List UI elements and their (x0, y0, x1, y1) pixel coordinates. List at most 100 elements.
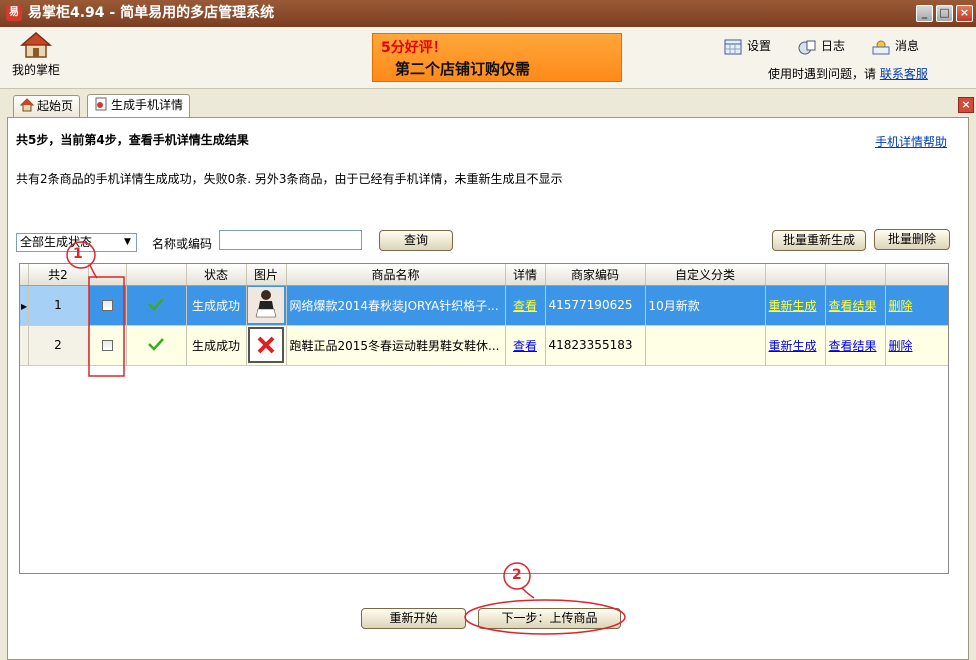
close-icon[interactable]: × (956, 5, 973, 22)
row-detail-cell[interactable]: 查看 (505, 285, 546, 326)
header-status: 状态 (186, 264, 247, 286)
row-regenerate-cell[interactable]: 重新生成 (765, 285, 826, 326)
header-indicator (20, 264, 29, 286)
row-product-name: 网络爆款2014春秋装JORYA针织格子... (286, 285, 506, 326)
settings-icon (724, 39, 742, 54)
messages-icon (872, 40, 890, 54)
header-checkbox (88, 264, 127, 286)
row-indicator-icon: ▶ (20, 285, 29, 326)
view-detail-link[interactable]: 查看 (513, 299, 537, 313)
name-code-label: 名称或编码 (152, 237, 213, 251)
row-status-icon-cell (126, 285, 187, 326)
promo-banner[interactable]: 5分好评！ 第二个店铺订购仅需 (372, 33, 622, 82)
row-detail-cell[interactable]: 查看 (505, 325, 546, 366)
regenerate-link[interactable]: 重新生成 (769, 299, 817, 313)
banner-line1: 5分好评！ (381, 40, 447, 56)
tab-strip: 起始页 生成手机详情 (0, 89, 976, 117)
app-icon: 易 (6, 5, 22, 21)
contact-support-link[interactable]: 联系客服 (880, 67, 928, 81)
log-icon (798, 40, 816, 54)
mobile-detail-help-link[interactable]: 手机详情帮助 (875, 133, 947, 150)
help-prefix: 使用时遇到问题，请 (768, 67, 877, 81)
name-code-input[interactable] (219, 230, 362, 250)
batch-regenerate-button[interactable]: 批量重新生成 (772, 230, 866, 251)
result-summary: 共有2条商品的手机详情生成成功，失败0条. 另外3条商品，由于已经有手机详情，未… (16, 172, 563, 186)
regenerate-link[interactable]: 重新生成 (769, 339, 817, 353)
row-checkbox-cell[interactable] (88, 285, 127, 326)
house-icon (20, 98, 34, 112)
row-number: 1 (28, 285, 89, 326)
row-delete-cell[interactable]: 删除 (885, 285, 948, 326)
table-row[interactable]: ▶ 1 生成成功 网络爆款2014春秋装JORYA针织格子... 查看 4157… (20, 285, 948, 326)
tab-generate-mobile[interactable]: 生成手机详情 (87, 94, 191, 117)
row-custom-category: 10月新款 (645, 285, 766, 326)
status-select-value: 全部生成状态 (20, 235, 93, 249)
batch-delete-button[interactable]: 批量删除 (874, 229, 950, 250)
row-merchant-code: 41577190625 (545, 285, 646, 326)
restart-button[interactable]: 重新开始 (361, 608, 466, 629)
log-button[interactable]: 日志 (798, 37, 845, 55)
home-button[interactable]: 我的掌柜 (10, 31, 62, 78)
broken-image-icon (248, 327, 284, 363)
header-action2 (825, 264, 886, 286)
row-image-cell (246, 285, 287, 326)
maximize-icon[interactable]: □ (936, 5, 953, 22)
header-merchant-code: 商家编码 (545, 264, 646, 286)
banner-line2: 第二个店铺订购仅需 (395, 60, 531, 78)
row-number: 2 (28, 325, 89, 366)
tab-label: 起始页 (37, 99, 74, 113)
row-product-name: 跑鞋正品2015冬春运动鞋男鞋女鞋休... (286, 325, 506, 366)
window-title: 易掌柜4.94 - 简单易用的多店管理系统 (28, 5, 275, 21)
home-label: 我的掌柜 (11, 63, 60, 77)
row-checkbox[interactable] (101, 340, 113, 351)
chevron-down-icon: ▼ (124, 237, 131, 247)
help-text: 使用时遇到问题，请 联系客服 (768, 65, 928, 82)
row-status: 生成成功 (186, 285, 247, 326)
product-thumbnail-icon (248, 287, 284, 323)
row-delete-cell[interactable]: 删除 (885, 325, 948, 366)
delete-link[interactable]: 删除 (889, 299, 913, 313)
check-icon (148, 297, 164, 311)
next-step-button[interactable]: 下一步：上传商品 (478, 608, 621, 629)
log-label: 日志 (821, 39, 846, 53)
step-title: 共5步，当前第4步，查看手机详情生成结果 (16, 133, 249, 147)
header-custom-category: 自定义分类 (645, 264, 766, 286)
delete-link[interactable]: 删除 (889, 339, 913, 353)
header-product-name: 商品名称 (286, 264, 506, 286)
header-action1 (765, 264, 826, 286)
result-table: 共2 状态 图片 商品名称 详情 商家编码 自定义分类 ▶ 1 生成成功 网络爆… (19, 263, 949, 574)
header-action3 (885, 264, 948, 286)
view-result-link[interactable]: 查看结果 (829, 299, 877, 313)
document-icon (95, 97, 107, 111)
tab-home[interactable]: 起始页 (13, 95, 81, 117)
minimize-icon[interactable]: _ (916, 5, 933, 22)
status-select[interactable]: 全部生成状态 ▼ (16, 233, 137, 252)
header-toolbar: 我的掌柜 5分好评！ 第二个店铺订购仅需 设置 日志 消息 使用时遇到问题，请 … (0, 27, 976, 89)
view-result-link[interactable]: 查看结果 (829, 339, 877, 353)
tab-label: 生成手机详情 (111, 98, 184, 112)
row-indicator-icon (20, 325, 29, 366)
row-regenerate-cell[interactable]: 重新生成 (765, 325, 826, 366)
content-panel: 共5步，当前第4步，查看手机详情生成结果 手机详情帮助 共有2条商品的手机详情生… (7, 117, 969, 660)
row-image-cell (246, 325, 287, 366)
row-status: 生成成功 (186, 325, 247, 366)
messages-button[interactable]: 消息 (872, 37, 919, 55)
row-view-result-cell[interactable]: 查看结果 (825, 325, 886, 366)
row-checkbox[interactable] (101, 300, 113, 311)
row-custom-category (645, 325, 766, 366)
table-header-row: 共2 状态 图片 商品名称 详情 商家编码 自定义分类 (20, 264, 948, 286)
header-icon (126, 264, 187, 286)
table-row[interactable]: 2 生成成功 跑鞋正品2015冬春运动鞋男鞋女鞋休... 查看 41823355… (20, 325, 948, 366)
settings-button[interactable]: 设置 (724, 37, 771, 55)
row-checkbox-cell[interactable] (88, 325, 127, 366)
header-total: 共2 (28, 264, 89, 286)
house-icon (20, 32, 52, 58)
header-image: 图片 (246, 264, 287, 286)
row-status-icon-cell (126, 325, 187, 366)
view-detail-link[interactable]: 查看 (513, 339, 537, 353)
tab-close-icon[interactable]: × (958, 97, 974, 113)
query-button[interactable]: 查询 (379, 230, 453, 251)
row-merchant-code: 41823355183 (545, 325, 646, 366)
messages-label: 消息 (895, 39, 920, 53)
row-view-result-cell[interactable]: 查看结果 (825, 285, 886, 326)
